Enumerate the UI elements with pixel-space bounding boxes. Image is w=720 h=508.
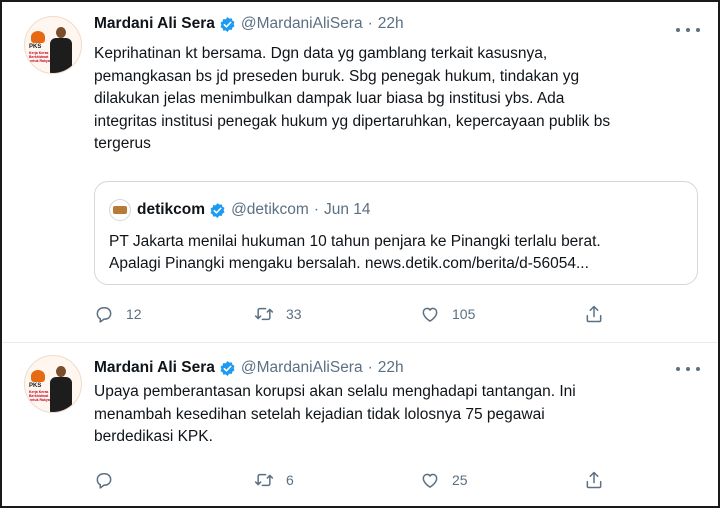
like-icon bbox=[422, 473, 438, 488]
party-logo bbox=[31, 370, 45, 382]
retweet-button[interactable]: 33 bbox=[254, 301, 302, 327]
retweet-icon bbox=[254, 473, 274, 487]
reply-icon bbox=[96, 307, 112, 323]
retweet-button[interactable]: 6 bbox=[254, 467, 294, 493]
verified-badge-icon bbox=[220, 360, 235, 376]
quoted-date: Jun 14 bbox=[324, 201, 371, 218]
tweet-header: Mardani Ali Sera @MardaniAliSera · 22h bbox=[94, 356, 404, 380]
tweet-text: Upaya pemberantasan korupsi akan selalu … bbox=[94, 383, 576, 445]
author-handle[interactable]: @MardaniAliSera bbox=[241, 15, 363, 33]
author-name[interactable]: Mardani Ali Sera bbox=[94, 359, 215, 377]
retweet-icon bbox=[254, 307, 274, 321]
quoted-tweet-text: PT Jakarta menilai hukuman 10 tahun penj… bbox=[109, 233, 601, 272]
timestamp[interactable]: 22h bbox=[378, 15, 404, 33]
retweet-count: 33 bbox=[286, 306, 302, 322]
verified-badge-icon bbox=[220, 16, 235, 32]
author-handle[interactable]: @MardaniAliSera bbox=[241, 359, 363, 377]
timestamp[interactable]: 22h bbox=[378, 359, 404, 377]
quoted-author-name: detikcom bbox=[137, 201, 206, 218]
avatar-label: PKS bbox=[29, 44, 42, 50]
like-icon bbox=[422, 307, 438, 322]
share-button[interactable] bbox=[584, 301, 616, 327]
avatar-slogan: Kerja Keras Berkhidmat untuk Rakyat bbox=[29, 390, 51, 402]
verified-badge-icon bbox=[210, 202, 225, 218]
tweet-actions: 12 33 105 bbox=[94, 301, 614, 327]
more-icon[interactable] bbox=[676, 363, 700, 375]
like-count: 105 bbox=[452, 306, 476, 322]
like-button[interactable]: 105 bbox=[420, 301, 475, 327]
party-logo bbox=[31, 31, 45, 43]
like-button[interactable]: 25 bbox=[420, 467, 468, 493]
tweet-header: Mardani Ali Sera @MardaniAliSera · 22h bbox=[94, 12, 404, 36]
quoted-avatar bbox=[109, 199, 131, 221]
author-name[interactable]: Mardani Ali Sera bbox=[94, 15, 215, 33]
tweet-thread: PKS Kerja Keras Berkhidmat untuk Rakyat … bbox=[0, 0, 720, 508]
tweet-actions: 6 25 bbox=[94, 467, 614, 493]
separator: · bbox=[367, 15, 373, 32]
retweet-count: 6 bbox=[286, 472, 294, 488]
avatar-person bbox=[49, 27, 73, 73]
share-icon bbox=[586, 471, 602, 489]
avatar-label: PKS bbox=[29, 383, 42, 389]
reply-icon bbox=[96, 473, 112, 489]
tweet-text: Keprihatinan kt bersama. Dgn data yg gam… bbox=[94, 45, 611, 152]
reply-count: 12 bbox=[126, 306, 142, 322]
avatar[interactable]: PKS Kerja Keras Berkhidmat untuk Rakyat bbox=[24, 355, 82, 413]
like-count: 25 bbox=[452, 472, 468, 488]
avatar-person bbox=[49, 366, 73, 412]
reply-button[interactable] bbox=[94, 467, 126, 493]
avatar[interactable]: PKS Kerja Keras Berkhidmat untuk Rakyat bbox=[24, 16, 82, 74]
share-icon bbox=[586, 305, 602, 323]
avatar-slogan: Kerja Keras Berkhidmat untuk Rakyat bbox=[29, 51, 51, 63]
share-button[interactable] bbox=[584, 467, 616, 493]
separator: · bbox=[367, 359, 373, 376]
reply-button[interactable]: 12 bbox=[94, 301, 142, 327]
quoted-author-handle: @detikcom bbox=[231, 201, 309, 218]
tweet[interactable]: PKS Kerja Keras Berkhidmat untuk Rakyat … bbox=[2, 343, 718, 506]
more-icon[interactable] bbox=[676, 24, 700, 36]
separator: · bbox=[313, 201, 319, 218]
quoted-tweet[interactable]: detikcom @detikcom · Jun 14 PT Jakarta m… bbox=[94, 181, 698, 285]
quoted-tweet-header: detikcom @detikcom · Jun 14 bbox=[109, 199, 371, 221]
tweet[interactable]: PKS Kerja Keras Berkhidmat untuk Rakyat … bbox=[2, 2, 718, 343]
